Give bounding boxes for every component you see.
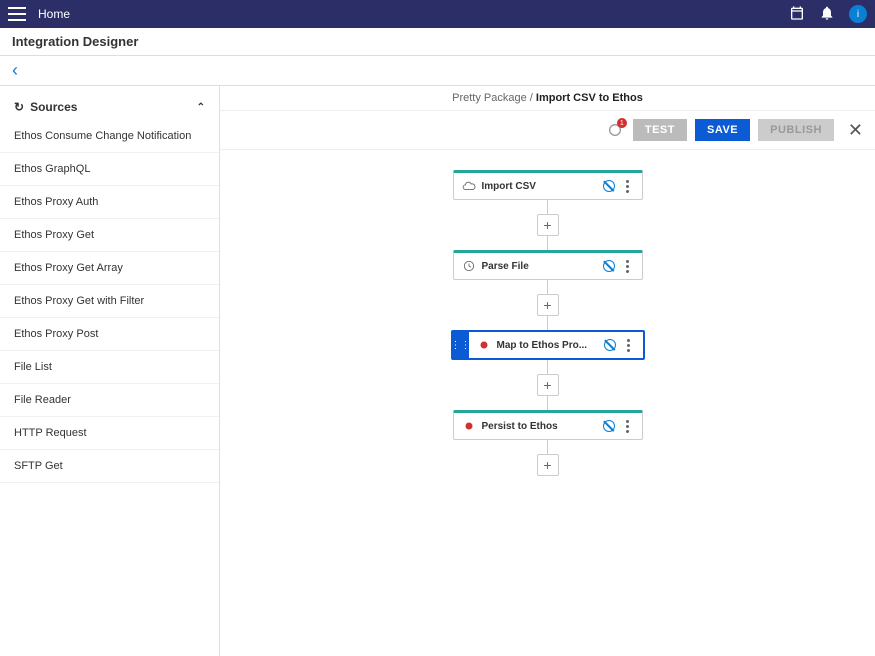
node-label: Persist to Ethos: [482, 421, 596, 432]
test-button[interactable]: TEST: [633, 119, 687, 141]
topbar: Home i: [0, 0, 875, 28]
sidebar-item[interactable]: Ethos GraphQL: [0, 153, 219, 186]
page-title: Integration Designer: [0, 28, 875, 56]
node-label: Import CSV: [482, 181, 596, 192]
back-bar: ‹: [0, 56, 875, 86]
db-icon: [462, 419, 476, 433]
back-icon[interactable]: ‹: [12, 60, 18, 80]
avatar[interactable]: i: [849, 5, 867, 23]
save-button[interactable]: SAVE: [695, 119, 750, 141]
sidebar: ↻ Sources ⌃ Ethos Consume Change Notific…: [0, 86, 220, 656]
file-icon: [462, 259, 476, 273]
main: Pretty Package / Import CSV to Ethos 1 T…: [220, 86, 875, 656]
calendar-icon[interactable]: [789, 5, 805, 24]
breadcrumb-current: Import CSV to Ethos: [536, 92, 643, 104]
canvas: Import CSV + Parse File + ⋮⋮ Map to Ethos Pro…: [220, 150, 875, 656]
add-node-button[interactable]: +: [537, 374, 559, 396]
status-icon: [602, 179, 616, 193]
node-label: Map to Ethos Pro...: [497, 340, 597, 351]
sidebar-item[interactable]: Ethos Proxy Post: [0, 318, 219, 351]
sidebar-item[interactable]: SFTP Get: [0, 450, 219, 483]
sidebar-item[interactable]: Ethos Consume Change Notification: [0, 120, 219, 153]
sidebar-item[interactable]: Ethos Proxy Get Array: [0, 252, 219, 285]
node-label: Parse File: [482, 261, 596, 272]
status-icon: [603, 338, 617, 352]
bell-icon[interactable]: [819, 5, 835, 24]
add-node-button[interactable]: +: [537, 454, 559, 476]
close-icon[interactable]: ✕: [848, 120, 863, 141]
status-icon: [602, 259, 616, 273]
sidebar-item[interactable]: HTTP Request: [0, 417, 219, 450]
cloud-icon: [462, 179, 476, 193]
breadcrumb-parent[interactable]: Pretty Package: [452, 92, 527, 104]
drag-handle-icon[interactable]: ⋮⋮: [453, 332, 469, 358]
sources-icon: ↻: [14, 100, 24, 114]
workflow-node-selected[interactable]: ⋮⋮ Map to Ethos Pro...: [451, 330, 645, 360]
map-icon: [477, 338, 491, 352]
notif-icon[interactable]: 1: [605, 120, 625, 140]
sidebar-header-sources[interactable]: ↻ Sources ⌃: [0, 94, 219, 120]
sidebar-item[interactable]: Ethos Proxy Auth: [0, 186, 219, 219]
publish-button: PUBLISH: [758, 119, 834, 141]
add-node-button[interactable]: +: [537, 214, 559, 236]
sidebar-item[interactable]: File List: [0, 351, 219, 384]
workflow-node[interactable]: Import CSV: [453, 170, 643, 200]
sidebar-header-label: Sources: [30, 100, 77, 114]
kebab-icon[interactable]: [622, 260, 634, 273]
workflow-node[interactable]: Parse File: [453, 250, 643, 280]
kebab-icon[interactable]: [622, 420, 634, 433]
sidebar-item[interactable]: File Reader: [0, 384, 219, 417]
sidebar-item[interactable]: Ethos Proxy Get with Filter: [0, 285, 219, 318]
topbar-home[interactable]: Home: [38, 7, 789, 21]
breadcrumb-sep: /: [530, 92, 533, 104]
sidebar-item[interactable]: Ethos Proxy Get: [0, 219, 219, 252]
menu-icon[interactable]: [8, 7, 26, 21]
kebab-icon[interactable]: [623, 339, 635, 352]
add-node-button[interactable]: +: [537, 294, 559, 316]
kebab-icon[interactable]: [622, 180, 634, 193]
breadcrumb: Pretty Package / Import CSV to Ethos: [452, 92, 643, 104]
notif-badge: 1: [617, 118, 627, 128]
status-icon: [602, 419, 616, 433]
chevron-up-icon: ⌃: [197, 102, 205, 113]
workflow-node[interactable]: Persist to Ethos: [453, 410, 643, 440]
